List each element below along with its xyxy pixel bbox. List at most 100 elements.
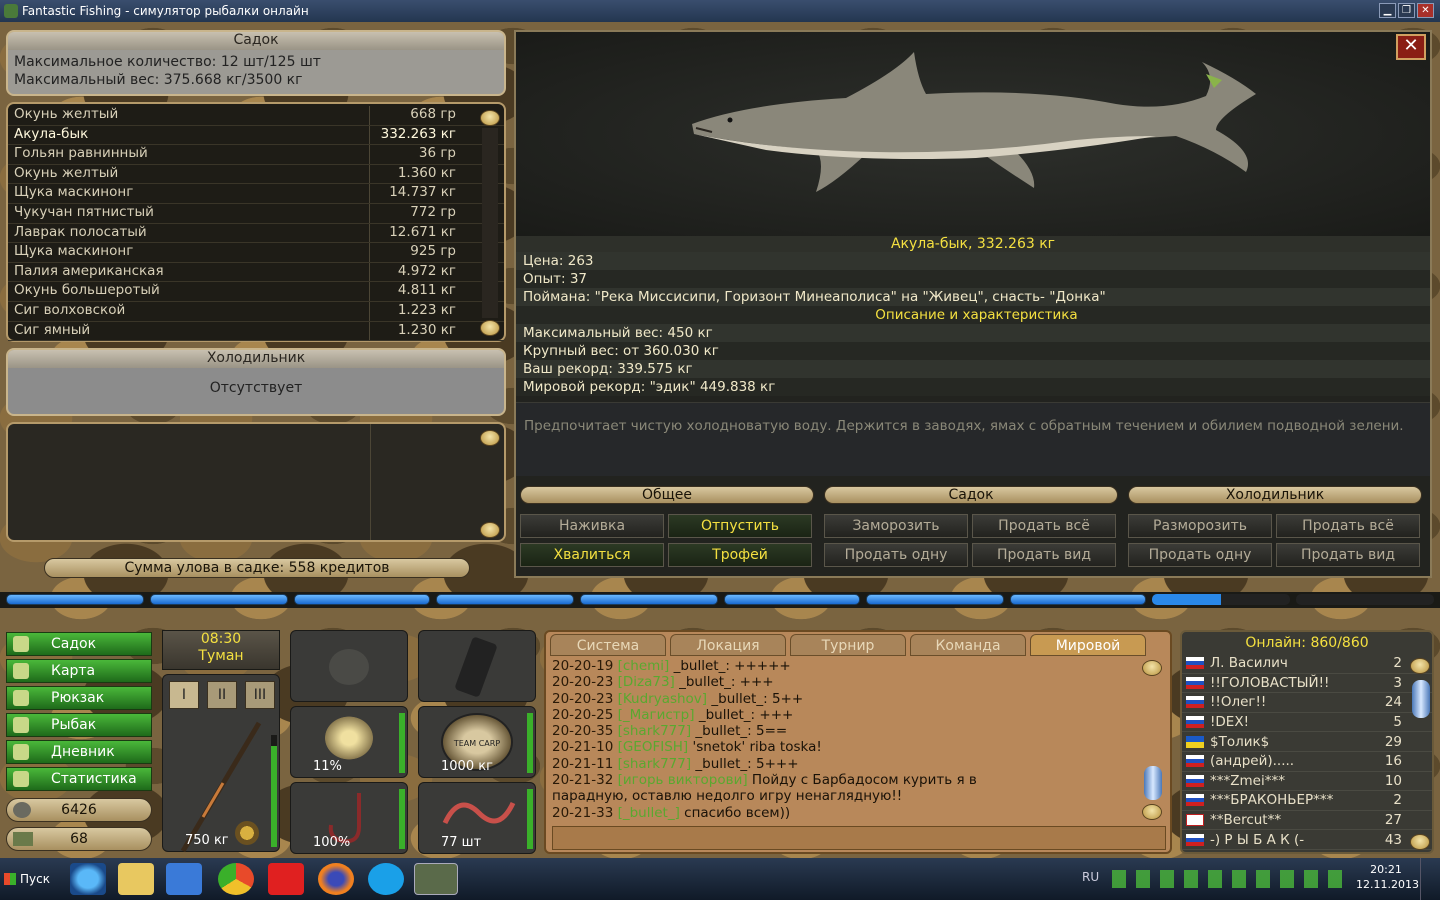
fish-row[interactable]: Щука маскинонг 14.737 кг <box>8 184 504 204</box>
chat-user[interactable]: [shark777] <box>618 723 692 739</box>
fish-world-record: Мировой рекорд: "эдик" 449.838 кг <box>516 378 1430 396</box>
online-user-row[interactable]: ***Zmei*** 10 <box>1182 772 1432 792</box>
rod-selector-1[interactable]: I <box>169 681 199 709</box>
fish-list: Окунь желтый 668 гр Акула-бык 332.263 кг Гол… <box>6 102 506 342</box>
online-user-row[interactable]: **Bercut** 27 <box>1182 811 1432 831</box>
empty-slot-1[interactable] <box>290 630 408 702</box>
online-user-row[interactable]: (андрей)..... 16 <box>1182 752 1432 772</box>
explorer-icon[interactable] <box>118 863 154 895</box>
chat-tab-world[interactable]: Мировой <box>1030 634 1146 656</box>
chat-scroll-down-button[interactable] <box>1142 804 1162 820</box>
chat-user[interactable]: [chemi] <box>618 658 670 674</box>
gear-settings-icon[interactable] <box>235 821 259 845</box>
nav-backpack[interactable]: Рюкзак <box>6 686 152 710</box>
fish-row[interactable]: Окунь желтый 1.360 кг <box>8 164 504 185</box>
chat-scroll-up-button[interactable] <box>1142 660 1162 676</box>
reel-slot[interactable]: 11% <box>290 706 408 778</box>
fridge-sell-kind-button[interactable]: Продать вид <box>1276 543 1420 567</box>
tab-sadok[interactable]: Садок <box>824 486 1118 504</box>
online-user-row[interactable]: $Толик$ 29 <box>1182 732 1432 752</box>
online-scroll-down-button[interactable] <box>1410 834 1430 850</box>
bait-button[interactable]: Наживка <box>520 514 664 538</box>
defrost-button[interactable]: Разморозить <box>1128 514 1272 538</box>
minimize-button[interactable]: ▁ <box>1379 3 1396 18</box>
fish-row[interactable]: Палия американская 4.972 кг <box>8 262 504 283</box>
online-user-row[interactable]: -) Р Ы Б А К (- 43 <box>1182 830 1432 850</box>
firefox-icon[interactable] <box>318 863 354 895</box>
nav-map[interactable]: Карта <box>6 659 152 683</box>
chat-tab-location[interactable]: Локация <box>670 634 786 656</box>
sell-kind-button[interactable]: Продать вид <box>972 543 1116 567</box>
bait-slot[interactable]: 77 шт <box>418 782 536 854</box>
chat-message: 20-21-33 [_bullet_] спасибо всем)) <box>552 805 1136 821</box>
close-window-button[interactable]: ✕ <box>1417 3 1434 18</box>
tab-fridge[interactable]: Холодильник <box>1128 486 1422 504</box>
fish-row[interactable]: Сиг ямный 1.230 кг <box>8 321 504 342</box>
online-user-row[interactable]: ***БРАКОНЬЕР*** 2 <box>1182 791 1432 811</box>
online-user-row[interactable]: !!Олег!! 24 <box>1182 693 1432 713</box>
fish-row[interactable]: Гольян равнинный 36 гр <box>8 145 504 165</box>
chat-tab-team[interactable]: Команда <box>910 634 1026 656</box>
fish-row[interactable]: Окунь желтый 668 гр <box>8 106 504 126</box>
empty-slot-2[interactable] <box>418 630 536 702</box>
fantastic-fishing-task-icon[interactable] <box>414 863 458 895</box>
chat-user[interactable]: [Diza73] <box>618 674 675 690</box>
maximize-button[interactable]: ❐ <box>1398 3 1415 18</box>
close-detail-button[interactable]: ✕ <box>1396 34 1426 60</box>
chat-user[interactable]: [игорь викторови] <box>618 772 748 788</box>
fridge-sell-one-button[interactable]: Продать одну <box>1128 543 1272 567</box>
media-player-icon[interactable] <box>166 863 202 895</box>
online-user-row[interactable]: !DEX! 5 <box>1182 713 1432 733</box>
rod-slot[interactable]: I II III 750 кг <box>162 674 280 853</box>
scroll-up-button[interactable] <box>480 110 500 126</box>
chat-user[interactable]: [_bullet_] <box>618 805 680 821</box>
fish-row[interactable]: Сиг волховской 1.223 кг <box>8 301 504 322</box>
online-user-row[interactable]: !!ГОЛОВАСТЫЙ!! 3 <box>1182 674 1432 694</box>
fish-row[interactable]: Щука маскинонг 925 гр <box>8 243 504 263</box>
nav-diary[interactable]: Дневник <box>6 740 152 764</box>
chat-scroll-thumb[interactable] <box>1144 766 1162 800</box>
rod-selector-2[interactable]: II <box>207 681 237 709</box>
release-button[interactable]: Отпустить <box>668 514 812 538</box>
chat-user[interactable]: [Kudryashov] <box>618 691 708 707</box>
fish-row[interactable]: Чукучан пятнистый 772 гр <box>8 203 504 224</box>
online-scroll-thumb[interactable] <box>1412 680 1430 718</box>
fish-row[interactable]: Акула-бык 332.263 кг <box>8 125 504 146</box>
sell-all-button[interactable]: Продать всё <box>972 514 1116 538</box>
chat-input[interactable] <box>552 826 1166 850</box>
chat-tab-tournament[interactable]: Турнир <box>790 634 906 656</box>
trophy-button[interactable]: Трофей <box>668 543 812 567</box>
sell-one-button[interactable]: Продать одну <box>824 543 968 567</box>
nav-sadok[interactable]: Садок <box>6 632 152 656</box>
chat-user[interactable]: [_Магистр] <box>618 707 695 723</box>
start-button[interactable]: Пуск <box>0 866 56 892</box>
clock[interactable]: 20:21 12.11.2013 <box>1356 862 1419 892</box>
language-indicator[interactable]: RU <box>1082 870 1099 884</box>
brag-button[interactable]: Хвалиться <box>520 543 664 567</box>
fridge-sell-all-button[interactable]: Продать всё <box>1276 514 1420 538</box>
chat-tab-system[interactable]: Система <box>550 634 666 656</box>
scroll-down-button[interactable] <box>480 320 500 336</box>
nav-stats[interactable]: Статистика <box>6 767 152 791</box>
ie-icon[interactable] <box>70 863 106 895</box>
tab-general[interactable]: Общее <box>520 486 814 504</box>
freeze-button[interactable]: Заморозить <box>824 514 968 538</box>
line-slot[interactable]: TEAM CARP 1000 кг <box>418 706 536 778</box>
fridge-scroll-up-button[interactable] <box>480 430 500 446</box>
hook-slot[interactable]: 100% <box>290 782 408 854</box>
chat-user[interactable]: [shark777] <box>618 756 692 772</box>
yandex-icon[interactable] <box>268 863 304 895</box>
chat-user[interactable]: [GEOFISH] <box>618 739 689 755</box>
online-user-row[interactable]: Л. Василич 2 <box>1182 654 1432 674</box>
fish-row[interactable]: Лаврак полосатый 12.671 кг <box>8 223 504 244</box>
fish-row[interactable]: Окунь большеротый 4.811 кг <box>8 282 504 302</box>
scrollbar-track[interactable] <box>482 128 498 318</box>
rod-selector-3[interactable]: III <box>245 681 275 709</box>
online-scroll-up-button[interactable] <box>1410 658 1430 674</box>
nav-fisher-label: Рыбак <box>51 717 97 733</box>
chrome-icon[interactable] <box>218 863 254 895</box>
skype-icon[interactable] <box>368 863 404 895</box>
nav-fisher[interactable]: Рыбак <box>6 713 152 737</box>
show-desktop-button[interactable] <box>1420 858 1440 900</box>
fridge-scroll-down-button[interactable] <box>480 522 500 538</box>
